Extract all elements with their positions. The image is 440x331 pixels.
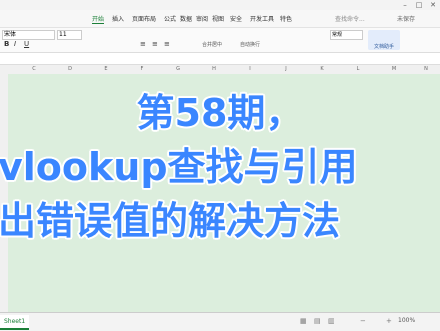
page-break-view-icon[interactable]: ▥ <box>328 317 335 325</box>
minimize-icon[interactable]: – <box>398 0 412 10</box>
column-header[interactable]: F <box>124 65 160 74</box>
column-header[interactable]: K <box>304 65 340 74</box>
save-status: 未保存 <box>397 16 416 23</box>
underline-icon[interactable]: U <box>24 40 29 48</box>
column-header[interactable]: D <box>52 65 88 74</box>
column-header[interactable]: L <box>340 65 376 74</box>
column-header[interactable]: J <box>268 65 304 74</box>
column-header[interactable]: M <box>376 65 412 74</box>
italic-icon[interactable]: I <box>14 40 16 48</box>
font-size-select[interactable]: 11 <box>57 30 82 40</box>
zoom-in-icon[interactable]: + <box>386 317 392 325</box>
number-format-select[interactable]: 常规 <box>330 30 363 40</box>
title-bar: – □ ✕ <box>0 0 440 10</box>
status-bar: Sheet1 ▦ ▤ ▥ − + 100% <box>0 312 440 331</box>
tab-features[interactable]: 特色 <box>280 14 292 23</box>
bold-icon[interactable]: B <box>4 40 9 48</box>
page-layout-view-icon[interactable]: ▤ <box>314 317 321 325</box>
align-center-icon[interactable]: ≡ <box>152 40 158 48</box>
tab-developer[interactable]: 开发工具 <box>250 14 274 23</box>
headline-line-1: 第58期， <box>136 91 304 135</box>
merge-center-button[interactable]: 合并居中 <box>202 41 222 48</box>
tab-page-layout[interactable]: 页面布局 <box>132 14 156 23</box>
ribbon-toolbar: 宋体 11 B I U ≡ ≡ ≡ 合并居中 自动换行 常规 文档助手 <box>0 28 440 53</box>
tab-view[interactable]: 视图 <box>212 14 224 23</box>
maximize-icon[interactable]: □ <box>412 0 426 10</box>
headline-line-2: vlookup查找与引用 <box>0 145 358 189</box>
close-icon[interactable]: ✕ <box>426 0 440 10</box>
column-header[interactable]: I <box>232 65 268 74</box>
wrap-text-button[interactable]: 自动换行 <box>240 41 260 48</box>
column-header[interactable]: H <box>196 65 232 74</box>
tab-security[interactable]: 安全 <box>230 14 242 23</box>
formula-bar[interactable] <box>0 53 440 65</box>
column-header[interactable]: E <box>88 65 124 74</box>
column-header[interactable]: N <box>412 65 440 74</box>
align-left-icon[interactable]: ≡ <box>140 40 146 48</box>
column-header[interactable]: G <box>160 65 196 74</box>
tab-review[interactable]: 审阅 <box>196 14 208 23</box>
command-search[interactable]: 查找命令... <box>335 14 365 23</box>
column-header[interactable]: C <box>16 65 52 74</box>
headline-line-3: 出错误值的解决方法 <box>0 199 341 243</box>
font-name-select[interactable]: 宋体 <box>2 30 55 40</box>
tab-formulas[interactable]: 公式 <box>164 14 176 23</box>
align-right-icon[interactable]: ≡ <box>164 40 170 48</box>
zoom-out-icon[interactable]: − <box>360 317 366 325</box>
tab-data[interactable]: 数据 <box>180 14 192 23</box>
document-assistant-button[interactable]: 文档助手 <box>368 30 400 50</box>
zoom-level: 100% <box>398 317 416 324</box>
menu-bar: 开始 插入 页面布局 公式 数据 审阅 视图 安全 开发工具 特色 查找命令..… <box>0 10 440 28</box>
sheet-tab[interactable]: Sheet1 <box>0 315 30 330</box>
tab-home[interactable]: 开始 <box>92 14 105 24</box>
tab-insert[interactable]: 插入 <box>112 14 124 23</box>
normal-view-icon[interactable]: ▦ <box>300 317 307 325</box>
